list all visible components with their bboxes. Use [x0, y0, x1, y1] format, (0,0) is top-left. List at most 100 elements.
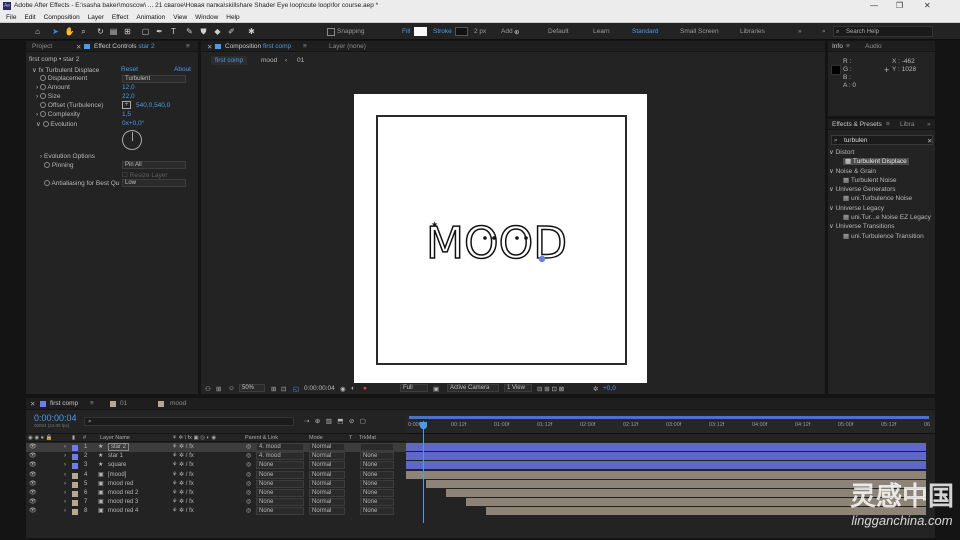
trkmat-dropdown[interactable]: None: [360, 479, 394, 488]
pickwhip-icon[interactable]: ◎: [246, 480, 251, 489]
group-universe-generators[interactable]: ∨ Universe Generators: [829, 185, 931, 194]
switch-icons[interactable]: ⚘ ✲ / fx: [172, 507, 194, 516]
snapshot-icon[interactable]: ◉: [340, 385, 346, 393]
parent-dropdown[interactable]: None: [256, 461, 304, 470]
layer-name[interactable]: [mood]: [108, 471, 126, 480]
roi-icon[interactable]: ⊡: [281, 385, 286, 393]
mode-dropdown[interactable]: Normal: [309, 498, 345, 507]
switch-icons[interactable]: ⚘ ✲ / fx: [172, 498, 194, 507]
group-universe-legacy[interactable]: ∨ Universe Legacy: [829, 204, 931, 213]
switch-icons[interactable]: ⚘ ✲ / fx: [172, 480, 194, 489]
layer-duration-bar[interactable]: [406, 443, 926, 451]
parent-dropdown[interactable]: 4. mood: [256, 452, 304, 461]
resize-layer-checkbox[interactable]: ☐ Resize Layer: [122, 171, 168, 179]
stroke-width[interactable]: 2 px: [474, 28, 486, 35]
twirl-icon[interactable]: ›: [64, 498, 66, 507]
layout-icons[interactable]: ⊟ ⊞ ⊡ ⊠: [537, 385, 564, 393]
eye-icon[interactable]: 👁: [29, 452, 37, 461]
layer-row[interactable]: 👁 › 3 ★ square ⚘ ✲ / fx ◎ None Normal None: [26, 461, 406, 470]
workspace-learn[interactable]: Learn: [593, 28, 610, 35]
layer-name[interactable]: mood red 4: [108, 507, 138, 516]
offset-value[interactable]: 540,0,540,0: [136, 102, 170, 109]
pickwhip-icon[interactable]: ◎: [246, 452, 251, 461]
col-mode[interactable]: Mode: [309, 434, 323, 442]
col-parent[interactable]: Parent & Link: [245, 434, 278, 442]
eye-icon[interactable]: 👁: [29, 507, 37, 516]
pan-behind-tool-icon[interactable]: ⊞: [122, 26, 133, 37]
layer-row[interactable]: 👁 › 2 ★ star 1 ⚘ ✲ / fx ◎ 4. mood Normal None: [26, 452, 406, 461]
close-icon[interactable]: ✕: [30, 400, 35, 408]
effect-item-turbulent-displace[interactable]: ▦ Turbulent Displace: [829, 157, 931, 166]
size-value[interactable]: 22,0: [122, 93, 135, 100]
close-button[interactable]: ✕: [924, 1, 931, 10]
brush-tool-icon[interactable]: ✎: [184, 26, 195, 37]
mode-dropdown[interactable]: Normal: [309, 489, 345, 497]
time-ruler[interactable]: 0:00f 00:12f 01:00f 01:12f 02:00f 02:12f 03:00…: [406, 416, 935, 434]
pen-tool-icon[interactable]: ✒: [154, 26, 165, 37]
layer-name[interactable]: mood red 2: [108, 489, 138, 498]
always-preview-icon[interactable]: ⚇: [205, 385, 211, 393]
minimize-button[interactable]: —: [870, 1, 878, 10]
evolution-options-group[interactable]: › Evolution Options: [40, 153, 95, 160]
zoom-dropdown[interactable]: 50%: [239, 384, 265, 392]
eye-icon[interactable]: 👁: [29, 498, 37, 507]
safe-zones-icon[interactable]: ⊞: [271, 385, 276, 393]
twirl-icon[interactable]: ›: [64, 452, 66, 461]
pickwhip-icon[interactable]: ◎: [246, 461, 251, 470]
tab-project[interactable]: Project: [32, 43, 52, 50]
close-icon[interactable]: ✕: [76, 43, 81, 51]
menu-window[interactable]: Window: [195, 12, 218, 23]
lock-icon[interactable]: [84, 44, 90, 49]
pickwhip-icon[interactable]: ◎: [246, 471, 251, 480]
layer-row[interactable]: 👁 › 6 ▣ mood red 2 ⚘ ✲ / fx ◎ None Normal None: [26, 489, 406, 498]
evolution-value[interactable]: 0x+0,0°: [122, 120, 144, 127]
label-color[interactable]: [72, 445, 78, 451]
show-channel-icon[interactable]: ◐: [351, 385, 355, 392]
label-color[interactable]: [72, 463, 78, 470]
workspace-standard[interactable]: Standard: [632, 28, 658, 35]
effect-item-uni-noise-ez-legacy[interactable]: ▦ uni.Tur...e Noise EZ Legacy: [829, 213, 931, 222]
clone-stamp-tool-icon[interactable]: ⛊: [198, 26, 209, 37]
mode-dropdown[interactable]: Normal: [309, 479, 345, 488]
layer-duration-bar[interactable]: [406, 461, 926, 470]
switch-icons[interactable]: ⚘ ✲ / fx: [172, 443, 194, 452]
layer-name[interactable]: square: [108, 461, 126, 470]
label-color[interactable]: [72, 481, 78, 488]
group-distort[interactable]: ∨ Distort: [829, 148, 931, 157]
tab-info[interactable]: Info: [832, 43, 843, 50]
stroke-swatch[interactable]: [455, 27, 468, 36]
layer-name[interactable]: star 2: [108, 443, 130, 451]
workspace-default[interactable]: Default: [548, 28, 569, 35]
menu-edit[interactable]: Edit: [24, 12, 35, 23]
menu-help[interactable]: Help: [226, 12, 239, 23]
fill-swatch[interactable]: [414, 27, 427, 36]
tab-composition[interactable]: Composition first comp: [225, 43, 291, 50]
panel-menu-icon[interactable]: ≡: [846, 43, 850, 50]
maximize-button[interactable]: ❐: [896, 1, 903, 10]
mode-dropdown[interactable]: Normal: [309, 452, 345, 461]
eraser-tool-icon[interactable]: ◆: [212, 26, 223, 37]
evolution-dial[interactable]: [122, 130, 142, 150]
panel-menu-icon[interactable]: ≡: [186, 43, 190, 50]
parent-dropdown[interactable]: None: [256, 479, 304, 488]
parent-dropdown[interactable]: None: [256, 498, 304, 507]
composition-canvas[interactable]: MOOD ★: [354, 94, 647, 383]
label-color[interactable]: [72, 509, 78, 516]
layer-row[interactable]: 👁 › 8 ▣ mood red 4 ⚘ ✲ / fx ◎ None Normal None: [26, 507, 406, 516]
twirl-icon[interactable]: ›: [64, 443, 66, 452]
twirl-icon[interactable]: ›: [64, 471, 66, 480]
transparency-grid-icon[interactable]: ◱: [293, 385, 299, 393]
stopwatch-icon[interactable]: [39, 84, 46, 91]
roi-toggle-icon[interactable]: ▣: [433, 385, 439, 393]
eye-icon[interactable]: 👁: [29, 480, 37, 489]
switch-icons[interactable]: ⚘ ✲ / fx: [172, 452, 194, 461]
group-noise-grain[interactable]: ∨ Noise & Grain: [829, 167, 931, 176]
menu-animation[interactable]: Animation: [136, 12, 165, 23]
rotate-tool-icon[interactable]: ↻: [95, 26, 106, 37]
color-channel-icon[interactable]: ●: [363, 385, 367, 392]
lock-icon[interactable]: [215, 44, 221, 49]
effect-item-uni-turbulence-transition[interactable]: ▦ uni.Turbulence Transition: [829, 232, 931, 241]
snapping-checkbox[interactable]: [327, 28, 335, 36]
effect-header[interactable]: ∨ fx Turbulent Displace: [32, 66, 99, 74]
col-t[interactable]: T: [349, 434, 352, 442]
